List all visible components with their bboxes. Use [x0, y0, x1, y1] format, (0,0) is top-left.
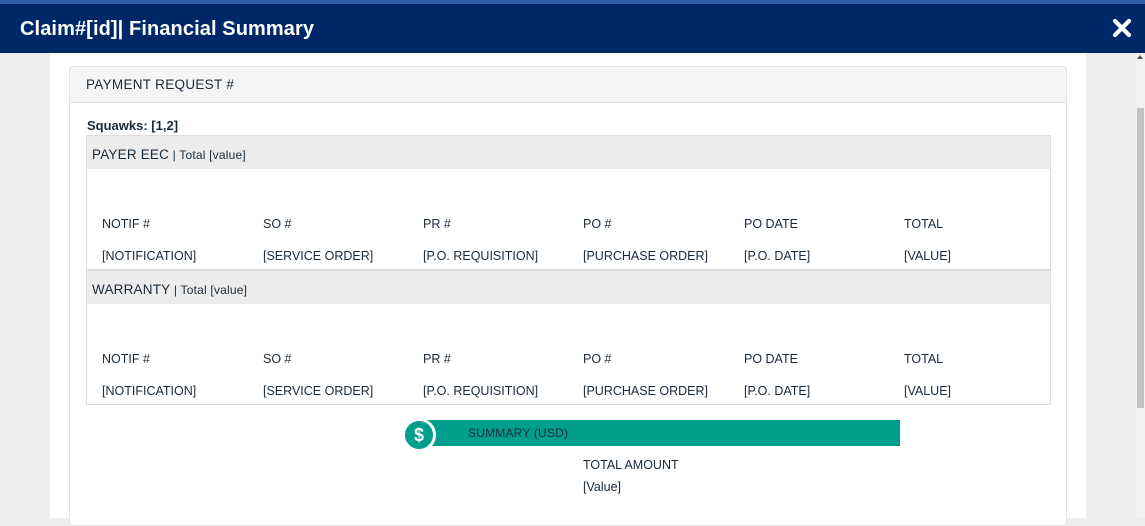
col-header-po-date: PO DATE: [744, 352, 798, 366]
total-amount-label: TOTAL AMOUNT: [583, 458, 679, 472]
section-total: | Total [value]: [170, 283, 248, 297]
payer-eec-section: PAYER EEC | Total [value] NOTIF # SO # P…: [86, 135, 1051, 270]
summary-label: SUMMARY (USD): [468, 426, 569, 440]
cell-po-requisition: [P.O. REQUISITION]: [423, 249, 539, 263]
cell-service-order: [SERVICE ORDER]: [263, 249, 374, 263]
col-header-total: TOTAL: [904, 217, 944, 231]
col-header-so: SO #: [263, 352, 292, 366]
section-title: WARRANTY | Total [value]: [92, 282, 247, 297]
cell-purchase-order: [PURCHASE ORDER]: [583, 249, 709, 263]
col-header-so: SO #: [263, 217, 292, 231]
cell-service-order: [SERVICE ORDER]: [263, 384, 374, 398]
cell-notification: [NOTIFICATION]: [102, 384, 197, 398]
cell-po-requisition: [P.O. REQUISITION]: [423, 384, 539, 398]
col-header-pr: PR #: [423, 217, 451, 231]
total-amount-value: [Value]: [583, 480, 621, 494]
col-header-total: TOTAL: [904, 352, 944, 366]
scrollbar[interactable]: [1136, 53, 1145, 518]
modal-header: Claim#[id]| Financial Summary: [0, 4, 1145, 53]
col-header-po-date: PO DATE: [744, 217, 798, 231]
section-header: PAYER EEC | Total [value]: [87, 136, 1050, 169]
cell-po-date: [P.O. DATE]: [744, 249, 811, 263]
modal-title: Claim#[id]| Financial Summary: [20, 18, 315, 40]
squawks-label: Squawks: [1,2]: [87, 118, 179, 133]
section-header: WARRANTY | Total [value]: [87, 271, 1050, 304]
col-header-po: PO #: [583, 352, 612, 366]
dollar-icon: $: [402, 418, 436, 452]
cell-po-date: [P.O. DATE]: [744, 384, 811, 398]
section-title: PAYER EEC | Total [value]: [92, 147, 246, 162]
cell-total: [VALUE]: [904, 384, 952, 398]
cell-notification: [NOTIFICATION]: [102, 249, 197, 263]
col-header-notif: NOTIF #: [102, 217, 150, 231]
section-name: WARRANTY: [92, 282, 171, 297]
scroll-up-arrow-icon[interactable]: [1137, 55, 1143, 59]
section-name: PAYER EEC: [92, 147, 170, 162]
panel-title: PAYMENT REQUEST #: [86, 77, 235, 92]
cell-purchase-order: [PURCHASE ORDER]: [583, 384, 709, 398]
col-header-po: PO #: [583, 217, 612, 231]
summary-bar: SUMMARY (USD): [420, 420, 900, 446]
cell-total: [VALUE]: [904, 249, 952, 263]
warranty-section: WARRANTY | Total [value] NOTIF # SO # PR…: [86, 270, 1051, 405]
panel-header: PAYMENT REQUEST #: [70, 67, 1066, 103]
close-icon[interactable]: [1111, 17, 1133, 39]
section-total: | Total [value]: [169, 148, 246, 162]
scrollbar-thumb[interactable]: [1137, 108, 1144, 408]
col-header-notif: NOTIF #: [102, 352, 150, 366]
col-header-pr: PR #: [423, 352, 451, 366]
